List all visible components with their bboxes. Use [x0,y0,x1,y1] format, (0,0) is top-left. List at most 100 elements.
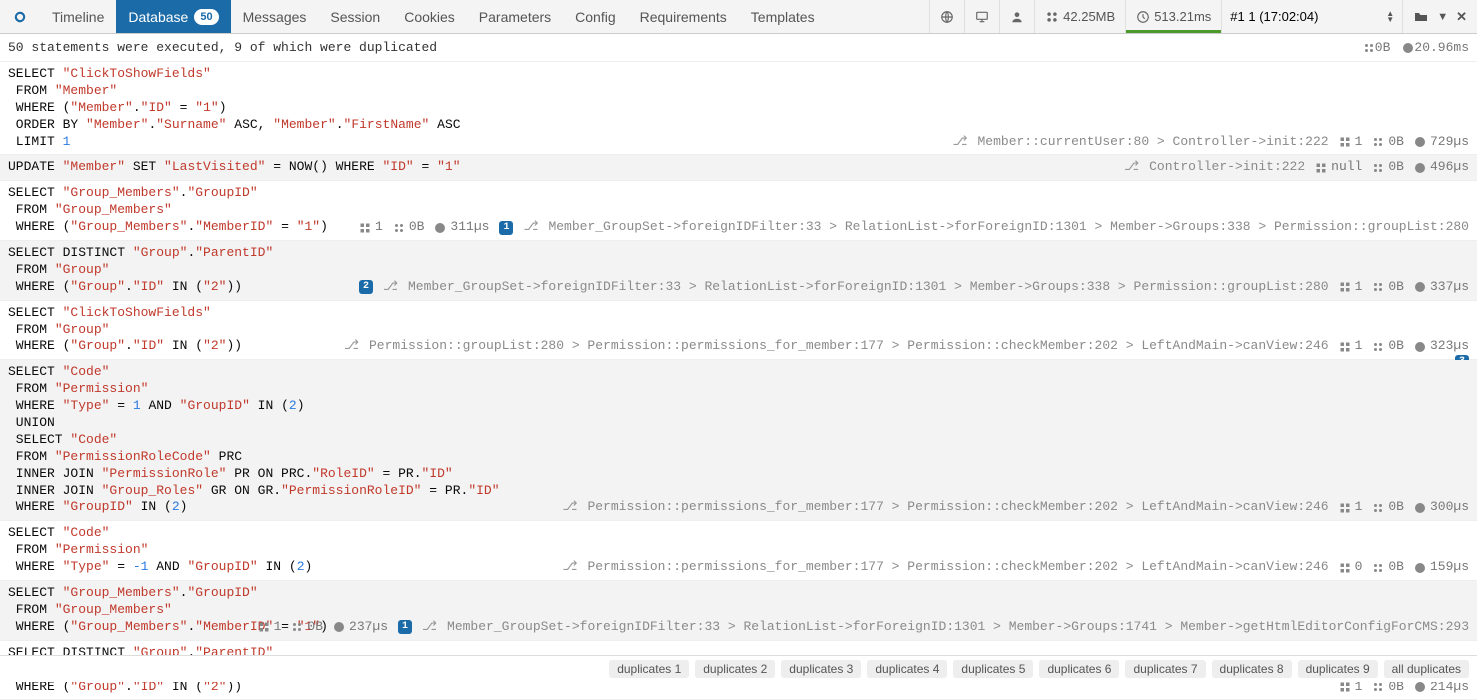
tab-database[interactable]: Database50 [116,0,230,33]
time: 337µs [1414,279,1469,296]
query-block[interactable]: SELECT "Code" FROM "Permission" WHERE "T… [0,521,1477,581]
rows-count: 1 [258,619,282,636]
stack-trace[interactable]: Member_GroupSet->foreignIDFilter:33 > Re… [548,219,1469,236]
tab-config[interactable]: Config [563,0,627,33]
sql-line: WHERE "Type" = 1 AND "GroupID" IN (2) [8,398,1469,415]
rows-count: 0 [1339,559,1363,576]
tab-templates[interactable]: Templates [739,0,827,33]
mem: 0B [1372,279,1404,296]
tab-timeline[interactable]: Timeline [40,0,116,33]
query-block[interactable]: SELECT "ClickToShowFields" FROM "Group" … [0,301,1477,361]
sql-line: FROM "Member" [8,83,1469,100]
tab-badge: 50 [194,9,218,25]
duplicates-pill[interactable]: duplicates 1 [609,660,689,678]
tab-messages[interactable]: Messages [231,0,319,33]
sql-line: SELECT "Group_Members"."GroupID" [8,185,1469,202]
tab-parameters[interactable]: Parameters [467,0,563,33]
duplicates-pill[interactable]: duplicates 9 [1298,660,1378,678]
sql-line: WHERE ("Member"."ID" = "1") [8,100,1469,117]
time-indicator[interactable]: 513.21ms [1125,0,1221,33]
tab-requirements[interactable]: Requirements [628,0,739,33]
duplicates-pill[interactable]: duplicates 3 [781,660,861,678]
query-meta: ⎇ Permission::permissions_for_member:177 … [562,559,1469,576]
summary-mem: 0B [1363,40,1391,55]
time: 323µs [1414,338,1469,355]
footer-bar: duplicates 1 duplicates 2 duplicates 3 dupl… [0,655,1477,682]
mem: 0B [393,219,425,236]
branch-icon: ⎇ [562,559,577,576]
query-block[interactable]: SELECT "Group_Members"."GroupID" FROM "G… [0,581,1477,641]
time: 159µs [1414,559,1469,576]
rows-count: 1 [1339,134,1363,151]
right-tools: 42.25MB 513.21ms ▲▼ ▼ ✕ [929,0,1477,33]
duplicates-pill[interactable]: all duplicates [1384,660,1469,678]
chevron-down-icon[interactable]: ▼ [1437,11,1448,23]
rows-count: 1 [1339,279,1363,296]
duplicates-pill[interactable]: duplicates 6 [1039,660,1119,678]
duplicates-pill[interactable]: duplicates 8 [1212,660,1292,678]
query-block[interactable]: SELECT "ClickToShowFields" FROM "Member"… [0,62,1477,155]
query-block[interactable]: SELECT "Group_Members"."GroupID" FROM "G… [0,181,1477,241]
query-block[interactable]: SELECT "Code" FROM "Permission" WHERE "T… [0,360,1477,521]
duplicates-pill[interactable]: duplicates 7 [1125,660,1205,678]
duplicates-pill[interactable]: duplicates 2 [695,660,775,678]
tabs-row: TimelineDatabase50MessagesSessionCookies… [40,0,827,33]
branch-icon: ⎇ [1124,159,1139,176]
queries-list: SELECT "ClickToShowFields" FROM "Member"… [0,62,1477,700]
sql-line: FROM "PermissionRoleCode" PRC [8,449,1469,466]
duplicate-badge[interactable]: 1 [398,620,412,634]
stack-trace[interactable]: Member_GroupSet->foreignIDFilter:33 > Re… [408,279,1329,296]
branch-icon: ⎇ [523,219,538,236]
stack-trace[interactable]: Member::currentUser:80 > Controller->ini… [978,134,1329,151]
sql-line: SELECT "Group_Members"."GroupID" [8,585,1469,602]
sql-line: FROM "Permission" [8,381,1469,398]
sql-line: FROM "Group_Members" [8,602,1469,619]
rows-count: 1 [1339,338,1363,355]
sql-line: SELECT "ClickToShowFields" [8,66,1469,83]
tab-session[interactable]: Session [318,0,392,33]
stack-trace[interactable]: Permission::groupList:280 > Permission::… [369,338,1329,355]
branch-icon: ⎇ [383,279,398,296]
app-logo-icon [0,0,40,33]
sql-line: FROM "Group" [8,322,1469,339]
query-meta: 10B237µs1⎇Member_GroupSet->foreignIDFilt… [258,619,1469,636]
sql-line: FROM "Group_Members" [8,202,1469,219]
memory-indicator[interactable]: 42.25MB [1034,0,1125,33]
branch-icon: ⎇ [953,134,968,151]
time: 729µs [1414,134,1469,151]
sql-line: SELECT DISTINCT "Group"."ParentID" [8,245,1469,262]
sql-line: SELECT "Code" [8,525,1469,542]
query-block[interactable]: SELECT DISTINCT "Group"."ParentID" FROM … [0,241,1477,301]
stack-trace[interactable]: Permission::permissions_for_member:177 >… [587,559,1328,576]
rows-count: 1 [359,219,383,236]
query-meta: ⎇ Permission::groupList:280 > Permission:… [344,338,1469,355]
close-icon[interactable]: ✕ [1456,9,1467,25]
request-input[interactable] [1230,9,1380,24]
summary-text: 50 statements were executed, 9 of which … [8,40,437,55]
mem: 0B [1372,499,1404,516]
sql-line: UNION [8,415,1469,432]
folder-open-icon[interactable] [1413,8,1429,25]
header-toolbar: TimelineDatabase50MessagesSessionCookies… [0,0,1477,34]
globe-icon[interactable] [929,0,964,33]
user-icon[interactable] [999,0,1034,33]
request-stepper[interactable]: ▲▼ [1386,11,1394,23]
sql-line: SELECT "ClickToShowFields" [8,305,1469,322]
stack-trace[interactable]: Permission::permissions_for_member:177 >… [587,499,1328,516]
duplicates-pill[interactable]: duplicates 4 [867,660,947,678]
branch-icon: ⎇ [344,338,359,355]
time: 311µs [434,219,489,236]
stack-trace[interactable]: Controller->init:222 [1149,159,1305,176]
duplicates-pill[interactable]: duplicates 5 [953,660,1033,678]
query-block[interactable]: UPDATE "Member" SET "LastVisited" = NOW(… [0,155,1477,181]
duplicate-badge[interactable]: 2 [359,280,373,294]
time: 496µs [1414,159,1469,176]
monitor-icon[interactable] [964,0,999,33]
stack-trace[interactable]: Member_GroupSet->foreignIDFilter:33 > Re… [447,619,1469,636]
duplicate-badge[interactable]: 1 [499,221,513,235]
mem: 0B [1372,559,1404,576]
request-select[interactable]: ▲▼ [1221,0,1402,33]
query-meta: 1 0B 311µs 1 ⎇ Member_GroupSet->foreignIDFilt… [359,219,1469,236]
end-tools: ▼ ✕ [1402,0,1477,33]
tab-cookies[interactable]: Cookies [392,0,467,33]
